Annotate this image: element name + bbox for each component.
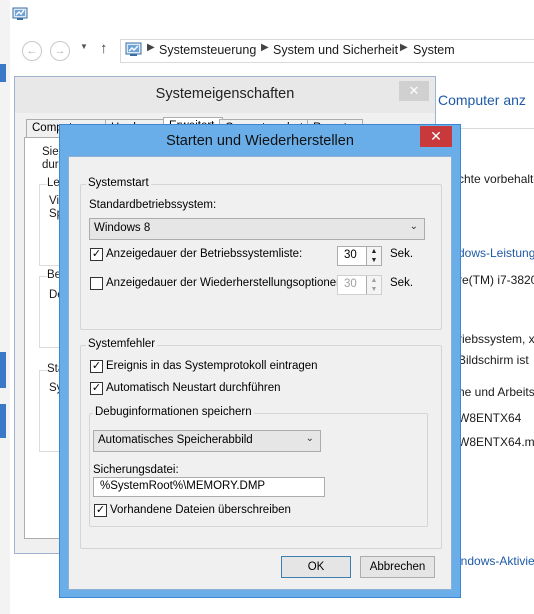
system-icon bbox=[12, 7, 28, 20]
right-pane-heading: Computer anz bbox=[438, 92, 526, 108]
system-startup-label: Systemstart bbox=[86, 177, 151, 189]
overwrite-label: Vorhandene Dateien überschreiben bbox=[110, 504, 291, 516]
breadcrumb-system-und-sicherheit[interactable]: System und Sicherheit bbox=[273, 43, 398, 57]
right-pane-text: ne und Arbeits bbox=[458, 385, 534, 399]
default-os-label: Standardbetriebssystem: bbox=[89, 199, 217, 211]
breadcrumb-separator-icon: ▶ bbox=[261, 42, 269, 53]
dump-type-select[interactable]: Automatisches Speicherabbild ⌄ bbox=[93, 430, 321, 452]
startup-recovery-title: Starten und Wiederherstellen bbox=[166, 133, 354, 149]
ok-button[interactable]: OK bbox=[281, 556, 351, 578]
breadcrumb-separator-icon: ▶ bbox=[147, 42, 155, 53]
startup-recovery-dialog: Starten und Wiederherstellen ✕ Systemsta… bbox=[59, 124, 461, 598]
overwrite-checkbox[interactable]: ✓ bbox=[94, 504, 107, 517]
right-pane-text: W8ENTX64.msc bbox=[458, 435, 534, 449]
recovery-seconds-unit: Sek. bbox=[390, 277, 414, 289]
default-os-select[interactable]: Windows 8 ⌄ bbox=[89, 218, 425, 240]
control-panel-icon bbox=[125, 42, 142, 56]
show-os-list-checkbox[interactable]: ✓ bbox=[90, 248, 103, 261]
right-pane-text: chte vorbehalte bbox=[458, 172, 534, 186]
spin-down-icon: ▼ bbox=[370, 286, 378, 293]
os-list-seconds-value: 30 bbox=[344, 249, 357, 261]
system-failure-label: Systemfehler bbox=[86, 338, 158, 350]
dump-file-value: %SystemRoot%\MEMORY.DMP bbox=[100, 480, 266, 492]
debug-info-label: Debuginformationen speichern bbox=[93, 406, 254, 418]
spin-up-icon[interactable]: ▲ bbox=[367, 247, 381, 256]
right-pane-text: re(TM) i7-3820 bbox=[458, 273, 534, 287]
write-event-label: Ereignis in das Systemprotokoll eintrage… bbox=[106, 360, 318, 372]
right-pane-text: riebssystem, x6 bbox=[458, 332, 534, 346]
recovery-seconds-value: 30 bbox=[344, 278, 357, 290]
chevron-down-icon: ⌄ bbox=[409, 221, 418, 232]
show-os-list-label: Anzeigedauer der Betriebssystemliste: bbox=[106, 248, 303, 260]
left-strip bbox=[0, 0, 10, 614]
spin-down-icon[interactable]: ▼ bbox=[367, 256, 381, 265]
right-pane-text: W8ENTX64 bbox=[458, 411, 522, 425]
startup-recovery-client: Systemstart Standardbetriebssystem: Wind… bbox=[68, 156, 452, 590]
spin-up-icon: ▲ bbox=[370, 277, 378, 284]
recovery-seconds-spinner: 30 ▲ ▼ bbox=[337, 275, 382, 295]
breadcrumb-separator-icon: ▶ bbox=[400, 42, 408, 53]
recent-dropdown-icon[interactable]: ▼ bbox=[80, 42, 88, 51]
chevron-down-icon: ⌄ bbox=[305, 433, 314, 444]
dump-file-input[interactable]: %SystemRoot%\MEMORY.DMP bbox=[93, 477, 325, 497]
close-icon[interactable]: ✕ bbox=[420, 126, 452, 147]
show-recovery-checkbox[interactable] bbox=[90, 277, 103, 290]
forward-button[interactable]: → bbox=[50, 41, 70, 61]
dump-type-value: Automatisches Speicherabbild bbox=[98, 434, 253, 446]
startup-recovery-titlebar: Starten und Wiederherstellen ✕ bbox=[60, 125, 460, 155]
right-pane-text: Bildschirm ist bbox=[458, 353, 529, 367]
up-button[interactable]: ↑ bbox=[100, 40, 108, 57]
group-label: Le bbox=[47, 177, 60, 189]
default-os-value: Windows 8 bbox=[94, 222, 151, 234]
os-list-seconds-unit: Sek. bbox=[390, 248, 414, 260]
auto-restart-label: Automatisch Neustart durchführen bbox=[106, 382, 281, 394]
right-pane-link[interactable]: dows-Leistung bbox=[458, 246, 534, 260]
back-button[interactable]: ← bbox=[22, 41, 42, 61]
dump-file-label: Sicherungsdatei: bbox=[93, 464, 179, 476]
right-pane-link[interactable]: indows-Aktivie bbox=[458, 554, 534, 568]
system-properties-title: Systemeigenschaften bbox=[155, 86, 295, 102]
close-icon[interactable]: ✕ bbox=[399, 81, 429, 101]
explorer-titlebar bbox=[0, 0, 534, 32]
system-properties-titlebar: Systemeigenschaften ✕ bbox=[15, 77, 435, 113]
auto-restart-checkbox[interactable]: ✓ bbox=[90, 382, 103, 395]
os-list-seconds-spinner[interactable]: 30 ▲ ▼ bbox=[337, 246, 382, 266]
address-toolbar: ← → ▼ ↑ ▶ Systemsteuerung ▶ System und S… bbox=[10, 34, 534, 66]
write-event-checkbox[interactable]: ✓ bbox=[90, 360, 103, 373]
panel-text: Sie bbox=[42, 146, 59, 158]
breadcrumb-system[interactable]: System bbox=[413, 43, 455, 57]
show-recovery-label: Anzeigedauer der Wiederherstellungsoptio… bbox=[106, 277, 346, 289]
address-bar[interactable]: ▶ Systemsteuerung ▶ System und Sicherhei… bbox=[120, 39, 534, 63]
breadcrumb-systemsteuerung[interactable]: Systemsteuerung bbox=[159, 43, 256, 57]
cancel-button[interactable]: Abbrechen bbox=[360, 556, 435, 578]
